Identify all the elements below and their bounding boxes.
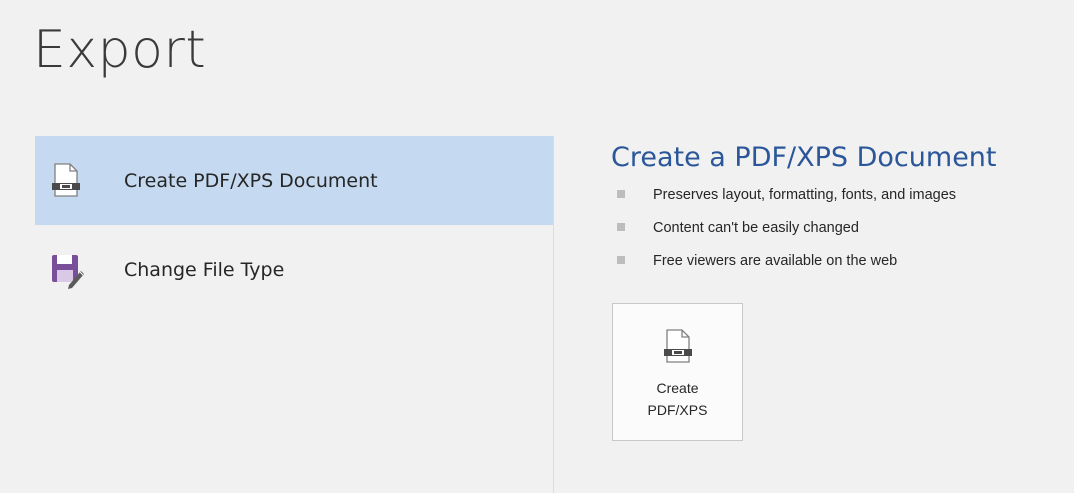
option-create-pdf-xps[interactable]: Create PDF/XPS Document bbox=[35, 136, 553, 225]
option-change-file-type[interactable]: Change File Type bbox=[35, 225, 553, 314]
section-heading: Create a PDF/XPS Document bbox=[611, 142, 997, 173]
create-pdf-xps-button[interactable]: Create PDF/XPS bbox=[612, 303, 743, 441]
pdf-document-icon bbox=[661, 328, 695, 366]
option-label: Create PDF/XPS Document bbox=[124, 169, 378, 192]
bullet-icon bbox=[617, 223, 625, 232]
save-as-icon bbox=[49, 251, 84, 289]
option-label: Change File Type bbox=[124, 258, 285, 281]
list-item: Content can't be easily changed bbox=[611, 217, 1071, 250]
details-pane: Create a PDF/XPS Document Preserves layo… bbox=[611, 142, 1071, 283]
pdf-document-icon bbox=[49, 162, 83, 200]
pane-divider bbox=[553, 136, 554, 493]
export-options-list: Create PDF/XPS Document Change File Type bbox=[35, 136, 553, 314]
bullet-icon bbox=[617, 190, 625, 199]
button-label: Create PDF/XPS bbox=[647, 380, 708, 418]
page-title: Export bbox=[33, 20, 207, 80]
list-item: Preserves layout, formatting, fonts, and… bbox=[611, 184, 1071, 217]
list-item: Free viewers are available on the web bbox=[611, 250, 1071, 283]
feature-list: Preserves layout, formatting, fonts, and… bbox=[611, 184, 1071, 283]
bullet-icon bbox=[617, 256, 625, 265]
export-backstage: Export Create PDF/XPS Document Change Fi… bbox=[0, 0, 1074, 493]
